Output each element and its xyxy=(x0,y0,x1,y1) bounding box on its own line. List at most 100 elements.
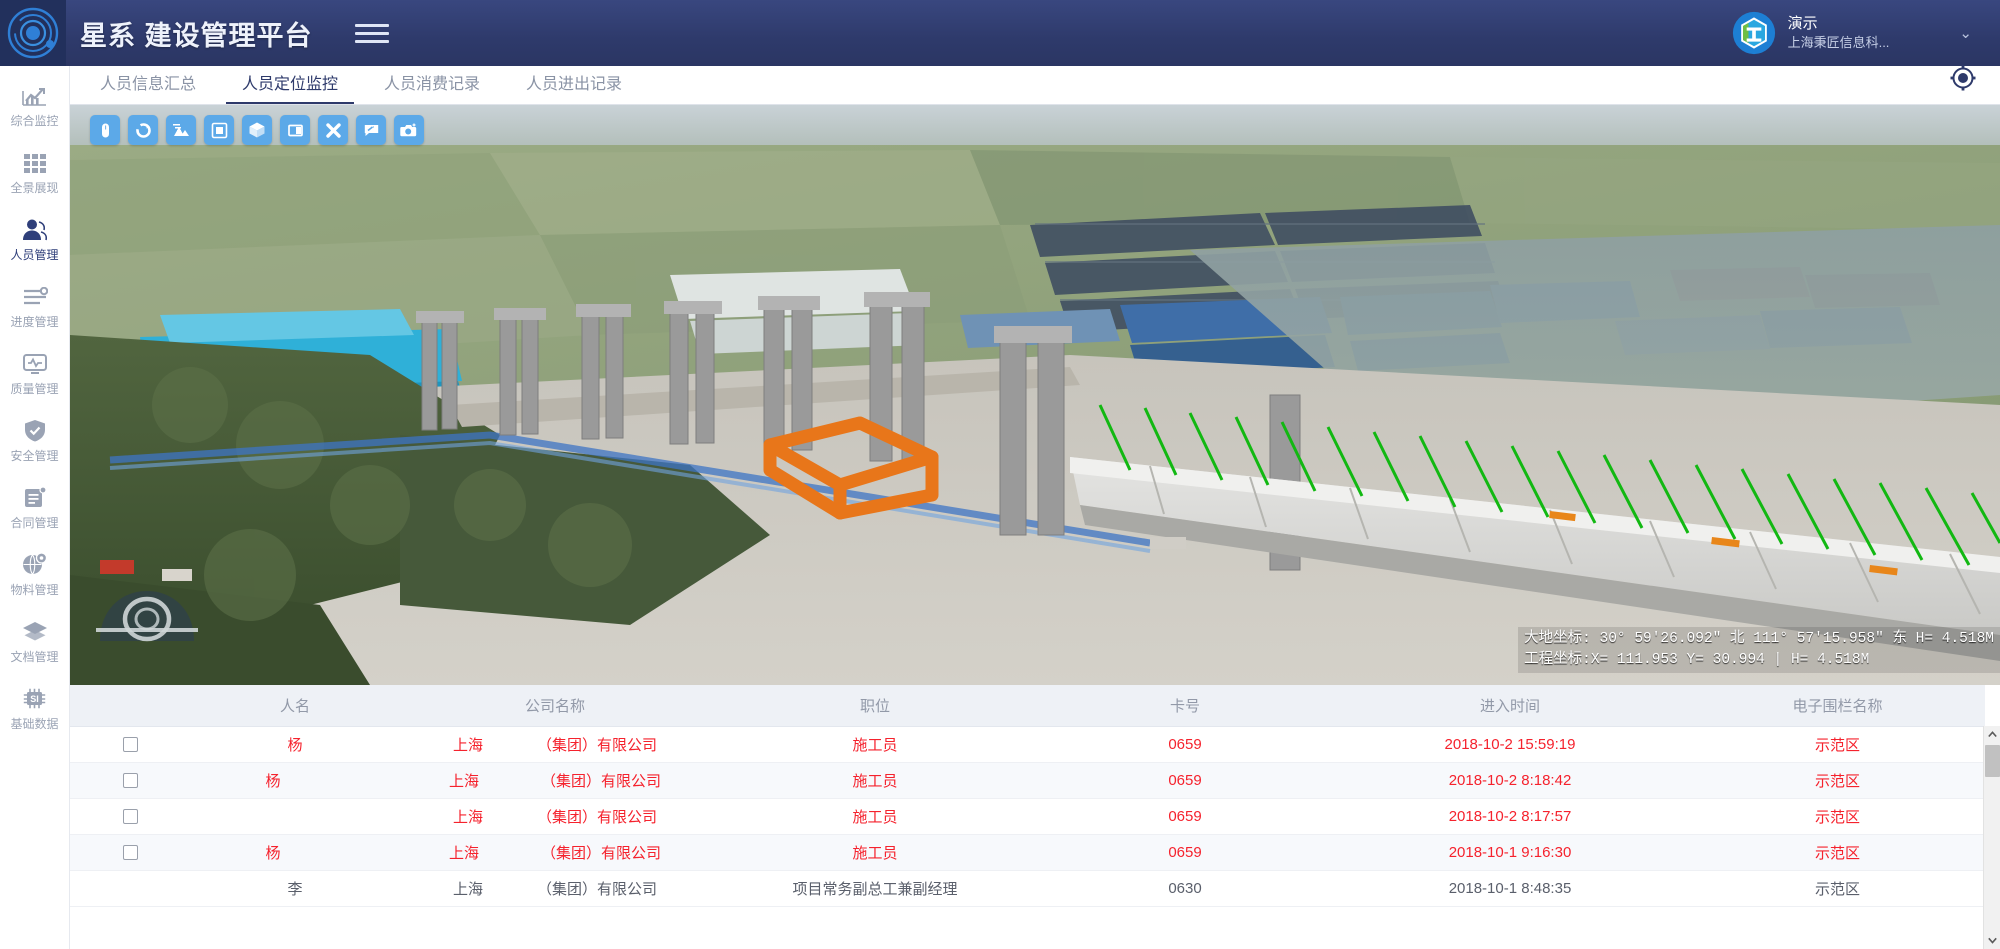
chevron-up-icon[interactable] xyxy=(1984,726,2000,743)
cell-card: 0659 xyxy=(1040,834,1330,871)
geodetic-coordinates: 大地坐标: 30° 59′26.092″ 北 111° 57′15.958″ 东… xyxy=(1524,630,1994,647)
locate-target-icon[interactable] xyxy=(1948,63,1978,98)
top-header-bar: 星系 建设管理平台 演示 上海秉匠信息科... ⌄ xyxy=(0,0,2000,66)
sidebar-item-personnel[interactable]: 人员管理 xyxy=(0,206,70,273)
coordinate-readout: 大地坐标: 30° 59′26.092″ 北 111° 57′15.958″ 东… xyxy=(1518,626,2000,673)
person-icon xyxy=(22,217,48,243)
row-checkbox-cell[interactable] xyxy=(70,762,190,799)
sidebar-item-quality[interactable]: 质量管理 xyxy=(0,340,70,407)
cell-card: 0659 xyxy=(1040,726,1330,763)
chevron-down-icon[interactable]: ⌄ xyxy=(1959,24,1972,42)
row-checkbox[interactable] xyxy=(122,845,138,861)
chevron-down-icon[interactable] xyxy=(1984,932,2000,949)
contract-icon xyxy=(23,485,47,511)
sliders-icon xyxy=(22,284,48,310)
cell-name xyxy=(190,798,400,835)
hamburger-menu-icon[interactable] xyxy=(354,23,389,43)
cell-name: 杨 xyxy=(190,726,400,763)
close-cross-icon[interactable] xyxy=(318,115,348,145)
camera-snapshot-icon[interactable] xyxy=(394,115,424,145)
sidebar-item-label: 物料管理 xyxy=(10,582,59,597)
column-header-geofence: 电子围栏名称 xyxy=(1690,685,1985,727)
aerial-3d-scene xyxy=(70,105,2000,685)
sidebar-item-panorama[interactable]: 全景展现 xyxy=(0,139,70,206)
table-row[interactable]: 杨 上海 （集团）有限公司 施工员 0659 2018-10-2 8:18:42 … xyxy=(70,762,1985,799)
layers-icon xyxy=(22,619,48,645)
select-box-icon[interactable] xyxy=(204,115,234,145)
cube-3d-icon[interactable] xyxy=(242,115,272,145)
user-name: 演示 xyxy=(1787,15,1818,33)
sidebar-item-label: 基础数据 xyxy=(10,716,59,731)
row-checkbox[interactable] xyxy=(122,773,138,789)
column-header-select xyxy=(70,685,190,727)
tab-personnel-location-monitor[interactable]: 人员定位监控 xyxy=(226,66,355,104)
cell-geofence: 示范区 xyxy=(1690,798,1985,835)
cell-position: 项目常务副总工兼副经理 xyxy=(710,870,1040,907)
row-checkbox-cell[interactable] xyxy=(70,798,190,835)
sidebar-item-basic-data[interactable]: SI 基础数据 xyxy=(0,675,70,742)
table-row[interactable]: 上海 （集团）有限公司 施工员 0659 2018-10-2 8:17:57 示范… xyxy=(70,798,1985,835)
terrain-layers-icon[interactable] xyxy=(166,115,196,145)
app-logo[interactable] xyxy=(0,0,66,66)
cell-company: 上海 （集团）有限公司 xyxy=(400,762,710,799)
section-split-icon[interactable] xyxy=(280,115,310,145)
svg-text:SI: SI xyxy=(30,694,39,704)
sidebar-item-materials[interactable]: 物料管理 xyxy=(0,541,70,608)
chart-trend-icon xyxy=(21,83,48,109)
cell-geofence: 示范区 xyxy=(1690,834,1985,871)
sidebar-item-label: 文档管理 xyxy=(10,649,59,664)
tab-personnel-info-summary[interactable]: 人员信息汇总 xyxy=(84,66,212,104)
cell-name: 杨 xyxy=(190,762,400,799)
user-meta: 演示 上海秉匠信息科... xyxy=(1788,14,1890,52)
column-header-company: 公司名称 xyxy=(400,685,710,727)
sidebar-item-label: 质量管理 xyxy=(10,381,59,396)
cell-name: 李 xyxy=(190,870,400,907)
row-checkbox[interactable] xyxy=(122,737,138,753)
table-row[interactable]: 杨 上海 （集团）有限公司 施工员 0659 2018-10-2 15:59:19… xyxy=(70,726,1985,763)
orbit-logo-icon xyxy=(7,7,59,59)
table-header-row: 人名 公司名称 职位 卡号 进入时间 电子围栏名称 xyxy=(70,685,1985,727)
mouse-pointer-icon[interactable] xyxy=(90,115,120,145)
sidebar-item-label: 全景展现 xyxy=(10,180,59,195)
sidebar-item-safety[interactable]: 安全管理 xyxy=(0,407,70,474)
compass-navigation-icon[interactable] xyxy=(92,583,202,653)
cell-entry-time: 2018-10-2 8:18:42 xyxy=(1330,762,1690,799)
row-checkbox-cell[interactable] xyxy=(70,870,190,907)
tab-personnel-access-record[interactable]: 人员进出记录 xyxy=(510,66,638,104)
monitor-pulse-icon xyxy=(22,351,48,377)
table-row[interactable]: 李 上海 （集团）有限公司 项目常务副总工兼副经理 0630 2018-10-1 … xyxy=(70,870,1985,907)
cell-company: 上海 （集团）有限公司 xyxy=(400,870,710,907)
grid-squares-icon xyxy=(23,150,47,176)
table-row[interactable]: 杨 上海 （集团）有限公司 施工员 0659 2018-10-1 9:16:30 … xyxy=(70,834,1985,871)
sidebar-item-comprehensive-monitor[interactable]: 综合监控 xyxy=(0,72,70,139)
measure-edit-icon[interactable] xyxy=(356,115,386,145)
left-sidebar: 综合监控 全景展现 人员管理 进度管理 质量管理 安全管理 合同管理 物料管理 … xyxy=(0,66,70,949)
cell-card: 0630 xyxy=(1040,870,1330,907)
header-user-area[interactable]: 演示 上海秉匠信息科... ⌄ xyxy=(1732,0,2000,66)
row-checkbox-cell[interactable] xyxy=(70,834,190,871)
cell-entry-time: 2018-10-2 15:59:19 xyxy=(1330,726,1690,763)
row-checkbox[interactable] xyxy=(122,809,138,825)
cell-entry-time: 2018-10-1 8:48:35 xyxy=(1330,870,1690,907)
sidebar-item-label: 人员管理 xyxy=(10,247,59,262)
table-vertical-scrollbar[interactable] xyxy=(1983,726,2000,949)
row-checkbox-cell[interactable] xyxy=(70,726,190,763)
cell-company: 上海 （集团）有限公司 xyxy=(400,798,710,835)
orbit-rotate-icon[interactable] xyxy=(128,115,158,145)
scroll-thumb[interactable] xyxy=(1985,745,2000,777)
application-root: 星系 建设管理平台 演示 上海秉匠信息科... ⌄ 综合监控 全景展现 人员管理… xyxy=(0,0,2000,949)
map-toolbar xyxy=(90,115,424,145)
cell-position: 施工员 xyxy=(710,726,1040,763)
tab-personnel-consumption-record[interactable]: 人员消费记录 xyxy=(368,66,496,104)
sidebar-item-documents[interactable]: 文档管理 xyxy=(0,608,70,675)
column-header-card: 卡号 xyxy=(1040,685,1330,727)
cell-card: 0659 xyxy=(1040,798,1330,835)
column-header-entry-time: 进入时间 xyxy=(1330,685,1690,727)
sidebar-item-label: 合同管理 xyxy=(10,515,59,530)
sidebar-item-progress[interactable]: 进度管理 xyxy=(0,273,70,340)
map-3d-viewport[interactable]: 大地坐标: 30° 59′26.092″ 北 111° 57′15.958″ 东… xyxy=(70,105,2000,685)
sidebar-item-contract[interactable]: 合同管理 xyxy=(0,474,70,541)
cell-company: 上海 （集团）有限公司 xyxy=(400,834,710,871)
cell-position: 施工员 xyxy=(710,762,1040,799)
column-header-name: 人名 xyxy=(190,685,400,727)
